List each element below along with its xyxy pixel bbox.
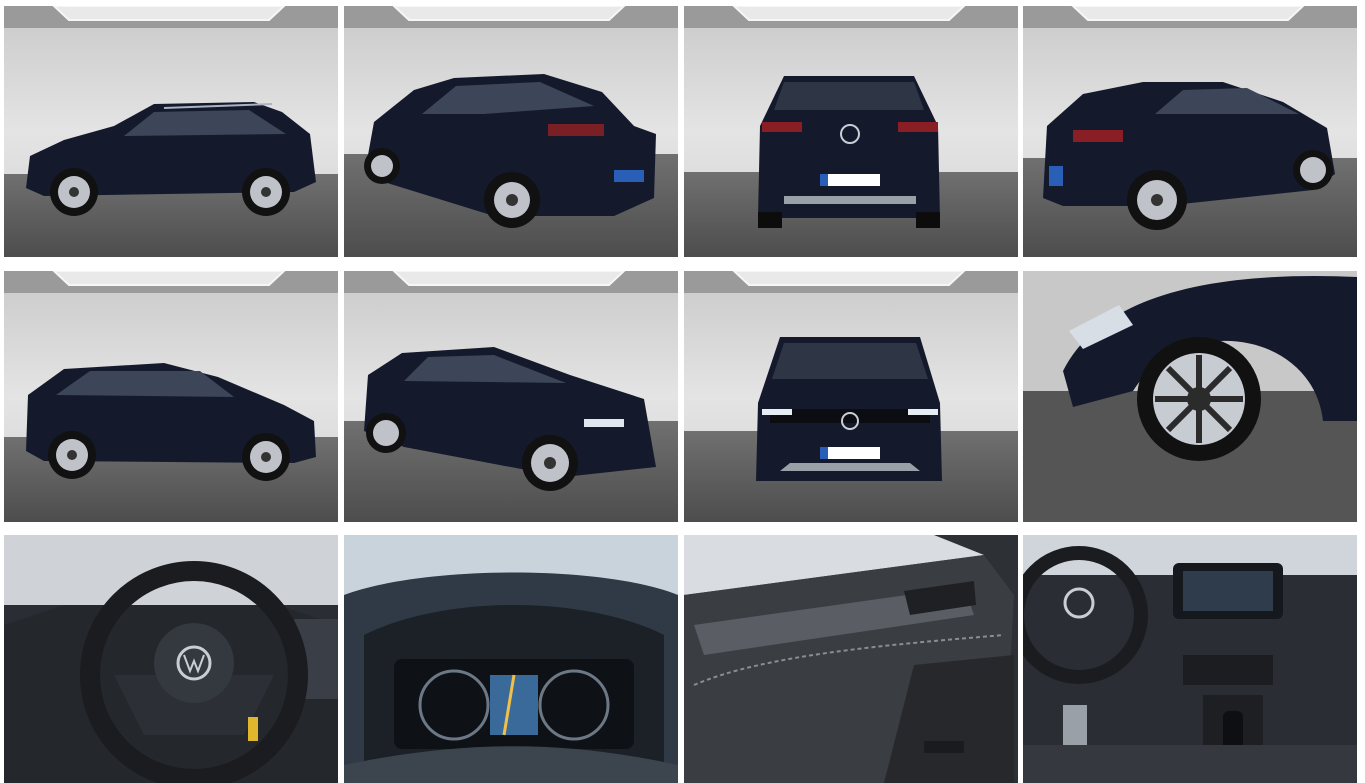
photo-exterior-front-three-quarter-left[interactable] <box>344 271 678 522</box>
car-front-image <box>684 271 1018 522</box>
photo-door-panel[interactable] <box>684 535 1018 783</box>
photo-instrument-cluster[interactable] <box>344 535 678 783</box>
photo-exterior-front[interactable] <box>684 271 1018 522</box>
car-rear-quarter-right-image <box>1023 6 1357 257</box>
dashboard-icon <box>1023 535 1357 783</box>
photo-gallery <box>0 0 1365 783</box>
photo-exterior-rear-three-quarter-left[interactable] <box>344 6 678 257</box>
car-rear-quarter-left-image <box>344 6 678 257</box>
car-side-left-image <box>4 6 338 257</box>
car-rear-image <box>684 6 1018 257</box>
photo-exterior-rear[interactable] <box>684 6 1018 257</box>
door-icon <box>684 535 1018 783</box>
photo-wheel-detail[interactable] <box>1023 271 1357 522</box>
photo-steering-wheel[interactable] <box>4 535 338 783</box>
photo-exterior-rear-three-quarter-right[interactable] <box>1023 6 1357 257</box>
photo-exterior-side-right[interactable] <box>4 271 338 522</box>
car-side-right-image <box>4 271 338 522</box>
photo-exterior-side-left[interactable] <box>4 6 338 257</box>
wheel-icon <box>1023 271 1357 522</box>
gauge-icon <box>344 535 678 783</box>
steering-wheel-icon <box>4 535 338 783</box>
car-front-quarter-left-image <box>344 271 678 522</box>
photo-dashboard-center-console[interactable] <box>1023 535 1357 783</box>
